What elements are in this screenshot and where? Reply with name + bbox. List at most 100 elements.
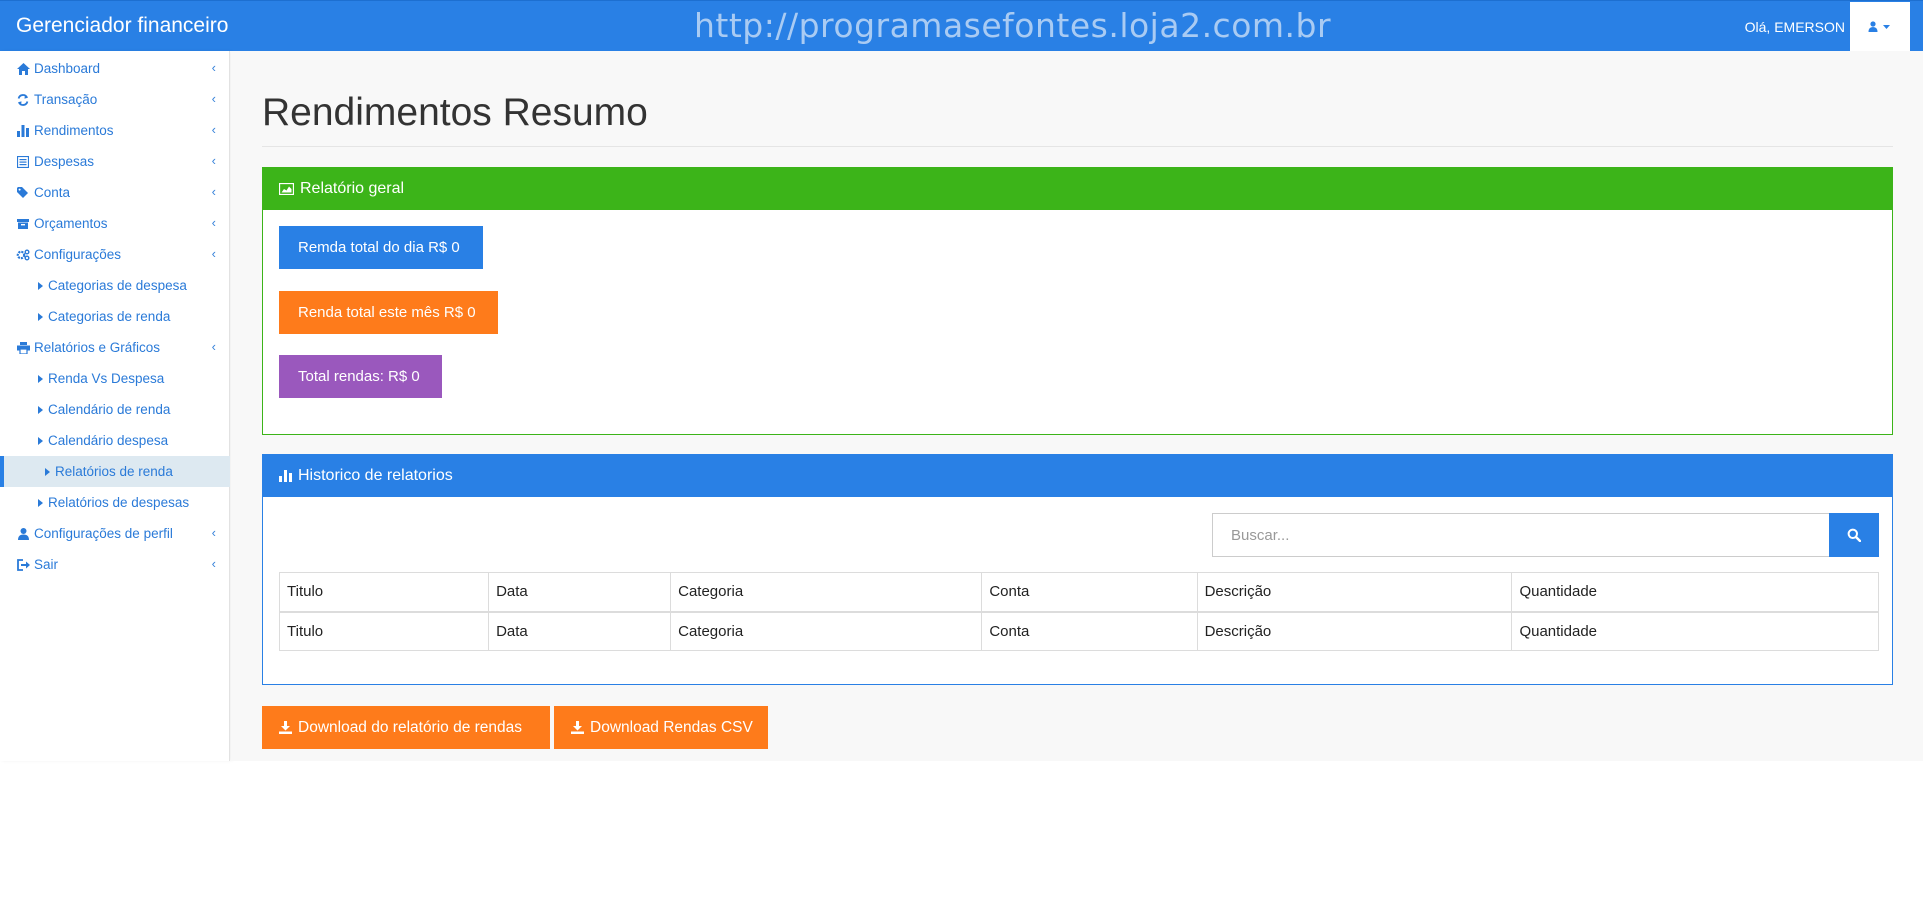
table-cell: Descrição xyxy=(1196,611,1513,651)
top-navbar: Gerenciador financeiro http://programase… xyxy=(0,0,1923,52)
sidebar-item-orcamentos[interactable]: Orçamentos ‹ xyxy=(0,208,230,239)
sidebar-item-categorias-de-despesa[interactable]: Categorias de despesa xyxy=(0,270,230,301)
chevron-left-icon: ‹ xyxy=(211,525,216,540)
sidebar-item-transacao[interactable]: Transação ‹ xyxy=(0,84,230,115)
user-greeting: Olá, EMERSON xyxy=(1744,19,1845,35)
download-csv-button[interactable]: Download Rendas CSV xyxy=(554,706,768,749)
sidebar-item-label: Sair xyxy=(34,557,59,572)
sidebar-item-relatorios-e-graficos[interactable]: Relatórios e Gráficos ‹ xyxy=(0,332,230,363)
app-brand[interactable]: Gerenciador financeiro xyxy=(16,14,228,38)
day-total-badge: Remda total do dia R$ 0 xyxy=(279,226,483,269)
table-header-row: Titulo Data Categoria Conta Descrição Qu… xyxy=(278,572,1879,613)
column-header[interactable]: Data xyxy=(488,572,672,613)
caret-right-icon xyxy=(38,312,43,321)
sidebar-item-renda-vs-despesa[interactable]: Renda Vs Despesa xyxy=(0,363,230,394)
sidebar-item-label: Orçamentos xyxy=(34,216,108,231)
user-icon xyxy=(1868,21,1890,32)
summary-panel-title: Relatório geral xyxy=(300,179,405,197)
history-panel-title: Historico de relatorios xyxy=(298,466,453,484)
sidebar: Dashboard ‹ Transação ‹ Rendimentos ‹ Despesas… xyxy=(0,51,230,761)
user-menu-button[interactable] xyxy=(1850,2,1910,52)
chevron-left-icon: ‹ xyxy=(211,556,216,571)
chevron-left-icon: ‹ xyxy=(211,215,216,230)
download-pdf-label: Download do relatório de rendas xyxy=(298,718,523,736)
sidebar-item-configuracoes-de-perfil[interactable]: Configurações de perfil ‹ xyxy=(0,518,230,549)
sidebar-item-label: Categorias de despesa xyxy=(48,278,187,293)
table-cell: Categoria xyxy=(670,611,983,651)
sidebar-item-label: Relatórios e Gráficos xyxy=(34,340,161,355)
history-panel: Historico de relatorios Titulo Data Cate… xyxy=(262,454,1893,685)
tags-icon xyxy=(16,186,30,200)
bar-chart-icon xyxy=(279,469,292,482)
history-table: Titulo Data Categoria Conta Descrição Qu… xyxy=(278,572,1879,651)
print-icon xyxy=(16,341,30,355)
sidebar-item-label: Categorias de renda xyxy=(48,309,171,324)
chevron-left-icon: ‹ xyxy=(211,339,216,354)
table-cell: Conta xyxy=(981,611,1198,651)
sidebar-item-label: Conta xyxy=(34,185,71,200)
caret-right-icon xyxy=(38,405,43,414)
sidebar-item-despesas[interactable]: Despesas ‹ xyxy=(0,146,230,177)
download-icon xyxy=(571,721,584,734)
area-chart-icon xyxy=(279,182,294,195)
cogs-icon xyxy=(16,248,30,262)
sidebar-item-label: Configurações xyxy=(34,247,122,262)
sign-out-icon xyxy=(16,558,30,572)
main-content: Rendimentos Resumo Relatório geral Remda… xyxy=(231,51,1923,761)
refresh-icon xyxy=(16,93,30,107)
chevron-left-icon: ‹ xyxy=(211,184,216,199)
bar-chart-icon xyxy=(16,124,30,138)
column-header[interactable]: Titulo xyxy=(278,572,490,613)
caret-right-icon xyxy=(38,498,43,507)
chevron-left-icon: ‹ xyxy=(211,91,216,106)
download-icon xyxy=(279,721,292,734)
sidebar-item-label: Calendário despesa xyxy=(48,433,169,448)
sidebar-item-label: Configurações de perfil xyxy=(34,526,173,541)
sidebar-item-label: Calendário de renda xyxy=(48,402,171,417)
sidebar-item-relatorios-de-renda[interactable]: Relatórios de renda xyxy=(0,456,230,487)
chevron-left-icon: ‹ xyxy=(211,60,216,75)
table-cell: Quantidade xyxy=(1511,611,1879,651)
user-icon xyxy=(16,527,30,541)
archive-icon xyxy=(16,217,30,231)
sidebar-item-dashboard[interactable]: Dashboard ‹ xyxy=(0,53,230,84)
sidebar-item-relatorios-de-despesas[interactable]: Relatórios de despesas xyxy=(0,487,230,518)
chevron-left-icon: ‹ xyxy=(211,122,216,137)
history-panel-header: Historico de relatorios xyxy=(262,454,1893,497)
sidebar-item-conta[interactable]: Conta ‹ xyxy=(0,177,230,208)
column-header[interactable]: Conta xyxy=(981,572,1198,613)
search-box xyxy=(1212,513,1879,557)
caret-right-icon xyxy=(38,281,43,290)
sidebar-item-label: Dashboard xyxy=(34,61,101,76)
caret-right-icon xyxy=(45,467,50,476)
watermark-url: http://programasefontes.loja2.com.br xyxy=(694,6,1332,45)
download-pdf-button[interactable]: Download do relatório de rendas xyxy=(262,706,550,749)
sidebar-item-calendario-despesa[interactable]: Calendário despesa xyxy=(0,425,230,456)
month-total-badge: Renda total este mês R$ 0 xyxy=(279,291,498,334)
sidebar-item-label: Rendimentos xyxy=(34,123,114,138)
search-input[interactable] xyxy=(1212,513,1829,557)
sidebar-item-calendario-de-renda[interactable]: Calendário de renda xyxy=(0,394,230,425)
caret-right-icon xyxy=(38,436,43,445)
sidebar-item-configuracoes[interactable]: Configurações ‹ xyxy=(0,239,230,270)
caret-right-icon xyxy=(38,374,43,383)
sidebar-item-label: Renda Vs Despesa xyxy=(48,371,165,386)
grand-total-badge: Total rendas: R$ 0 xyxy=(279,355,442,398)
column-header[interactable]: Categoria xyxy=(670,572,983,613)
chevron-left-icon: ‹ xyxy=(211,153,216,168)
list-icon xyxy=(16,155,30,169)
home-icon xyxy=(16,62,30,76)
search-button[interactable] xyxy=(1829,513,1879,557)
column-header[interactable]: Quantidade xyxy=(1511,572,1879,613)
download-csv-label: Download Rendas CSV xyxy=(590,718,753,736)
sidebar-item-label: Despesas xyxy=(34,154,95,169)
sidebar-item-categorias-de-renda[interactable]: Categorias de renda xyxy=(0,301,230,332)
table-cell: Titulo xyxy=(278,611,490,651)
page-title: Rendimentos Resumo xyxy=(262,91,648,134)
search-icon xyxy=(1847,528,1861,542)
table-cell: Data xyxy=(488,611,672,651)
sidebar-item-rendimentos[interactable]: Rendimentos ‹ xyxy=(0,115,230,146)
title-divider xyxy=(262,146,1893,147)
column-header[interactable]: Descrição xyxy=(1196,572,1513,613)
sidebar-item-sair[interactable]: Sair ‹ xyxy=(0,549,230,580)
